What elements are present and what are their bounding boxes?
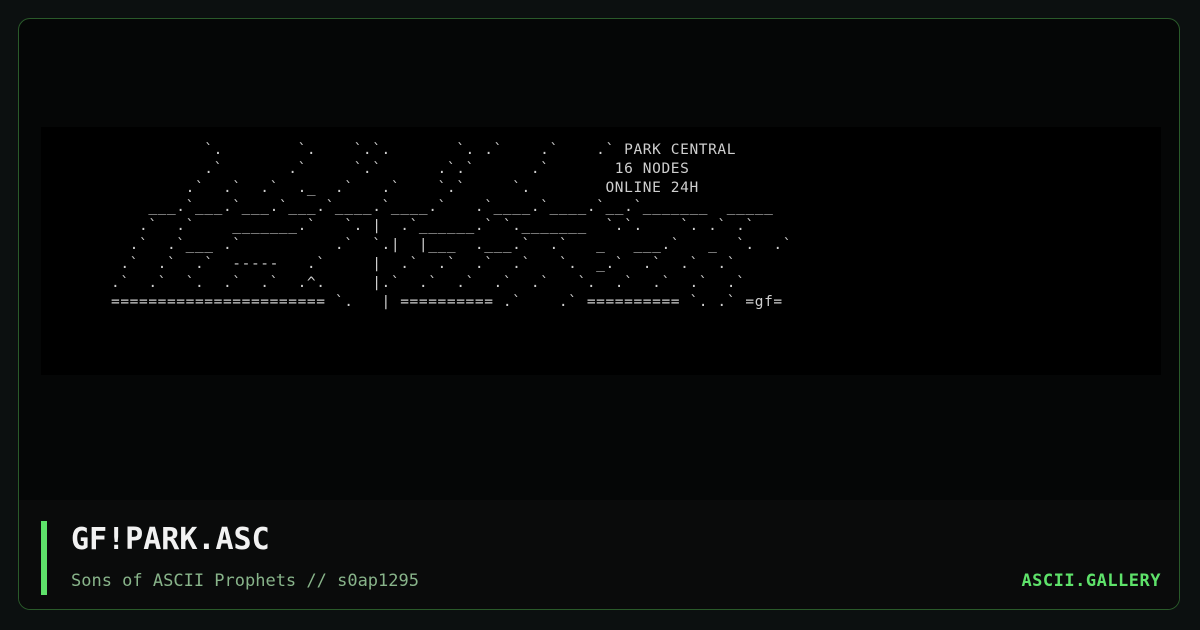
artwork-title: GF!PARK.ASC [71,522,270,557]
site-brand-link[interactable]: ASCII.GALLERY [1021,570,1161,592]
ascii-art: `. `. `.`. `. .` .` .` PARK CENTRAL .` .… [111,142,793,310]
card-frame: `. `. `.`. `. .` .` .` PARK CENTRAL .` .… [18,18,1180,610]
accent-bar [41,521,47,595]
ascii-art-panel: `. `. `.`. `. .` .` .` PARK CENTRAL .` .… [41,127,1161,375]
info-footer: GF!PARK.ASC Sons of ASCII Prophets // s0… [19,500,1179,609]
artwork-subtitle: Sons of ASCII Prophets // s0ap1295 [71,571,419,591]
